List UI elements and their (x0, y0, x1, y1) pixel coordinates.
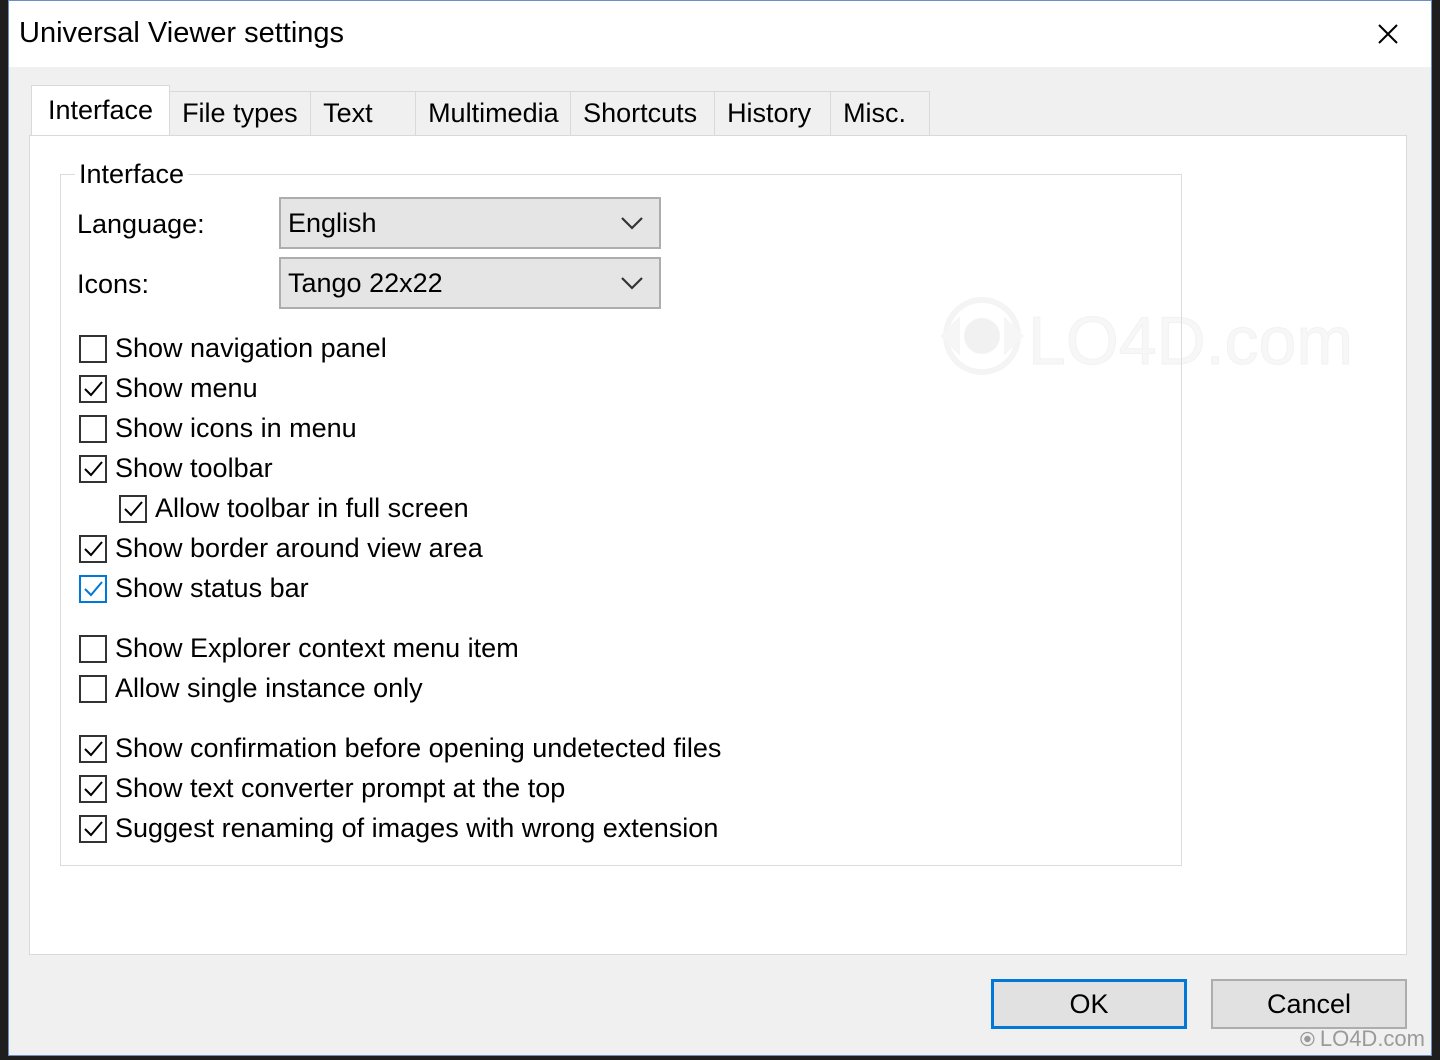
close-button[interactable] (1345, 1, 1431, 67)
tab-multimedia[interactable]: Multimedia (415, 91, 572, 135)
checkmark-icon (84, 780, 103, 796)
option-show-status-bar[interactable]: Show status bar (79, 573, 309, 604)
option-label: Suggest renaming of images with wrong ex… (115, 813, 719, 843)
language-select[interactable]: English (279, 197, 661, 249)
groupbox-legend: Interface (75, 159, 189, 190)
settings-dialog: Universal Viewer settings Interface File… (8, 0, 1432, 1056)
checkbox[interactable] (79, 774, 107, 803)
corner-watermark-text: LO4D.com (1319, 1026, 1425, 1051)
language-label: Language: (77, 209, 205, 239)
tab-misc[interactable]: Misc. (830, 91, 931, 135)
option-label: Show text converter prompt at the top (115, 773, 566, 803)
option-label: Show status bar (115, 573, 309, 603)
option-allow-toolbar-full-screen[interactable]: Allow toolbar in full screen (119, 493, 469, 524)
option-allow-single-instance[interactable]: Allow single instance only (79, 673, 423, 704)
checkbox[interactable] (79, 414, 107, 443)
icons-select[interactable]: Tango 22x22 (279, 257, 661, 309)
option-label: Show Explorer context menu item (115, 633, 519, 663)
window-title: Universal Viewer settings (19, 17, 345, 49)
tab-file-types[interactable]: File types (169, 91, 312, 135)
checkbox[interactable] (79, 374, 107, 403)
option-show-navigation-panel[interactable]: Show navigation panel (79, 333, 387, 364)
title-bar[interactable]: Universal Viewer settings (9, 1, 1431, 67)
language-value: English (288, 207, 377, 238)
option-show-menu[interactable]: Show menu (79, 373, 258, 404)
option-suggest-renaming-images[interactable]: Suggest renaming of images with wrong ex… (79, 813, 718, 844)
checkbox[interactable] (79, 734, 107, 763)
option-label: Allow single instance only (115, 673, 423, 703)
checkmark-icon (84, 820, 103, 836)
checkmark-icon (84, 580, 103, 596)
option-label: Show border around view area (115, 533, 483, 563)
option-label: Show icons in menu (115, 413, 357, 443)
interface-tab-panel: LO4D.com Interface Language: English Ico… (29, 135, 1407, 955)
option-label: Show toolbar (115, 453, 273, 483)
checkbox[interactable] (119, 494, 147, 523)
checkmark-icon (84, 540, 103, 556)
tab-strip: Interface File types Text Multimedia Sho… (31, 85, 931, 137)
checkmark-icon (124, 500, 143, 516)
interface-groupbox: Interface Language: English Icons: Tango… (60, 159, 1182, 866)
close-icon (1378, 24, 1398, 44)
option-label: Show confirmation before opening undetec… (115, 733, 722, 763)
tab-interface[interactable]: Interface (31, 85, 171, 135)
option-show-confirmation-undetected[interactable]: Show confirmation before opening undetec… (79, 733, 721, 764)
chevron-down-icon (621, 277, 643, 290)
icons-value: Tango 22x22 (288, 267, 443, 298)
option-label: Show navigation panel (115, 333, 387, 363)
option-show-toolbar[interactable]: Show toolbar (79, 453, 273, 484)
option-show-explorer-context-menu[interactable]: Show Explorer context menu item (79, 633, 519, 664)
checkbox[interactable] (79, 334, 107, 363)
tab-text[interactable]: Text (310, 91, 417, 135)
checkmark-icon (84, 740, 103, 756)
checkbox[interactable] (79, 814, 107, 843)
ok-button[interactable]: OK (991, 979, 1187, 1029)
checkmark-icon (84, 380, 103, 396)
option-show-text-converter-prompt[interactable]: Show text converter prompt at the top (79, 773, 565, 804)
checkbox[interactable] (79, 574, 107, 603)
checkbox[interactable] (79, 454, 107, 483)
lo4d-logo-icon (1300, 1031, 1315, 1047)
cancel-button[interactable]: Cancel (1211, 979, 1407, 1029)
icons-label: Icons: (77, 269, 150, 299)
option-show-border-around-view[interactable]: Show border around view area (79, 533, 483, 564)
checkbox[interactable] (79, 534, 107, 563)
checkbox[interactable] (79, 634, 107, 663)
checkmark-icon (84, 460, 103, 476)
corner-watermark: LO4D.com (1299, 1025, 1425, 1053)
chevron-down-icon (621, 217, 643, 230)
tab-history[interactable]: History (714, 91, 832, 135)
checkbox[interactable] (79, 674, 107, 703)
option-label: Allow toolbar in full screen (155, 493, 469, 523)
tab-shortcuts[interactable]: Shortcuts (570, 91, 716, 135)
option-show-icons-in-menu[interactable]: Show icons in menu (79, 413, 357, 444)
option-label: Show menu (115, 373, 258, 403)
